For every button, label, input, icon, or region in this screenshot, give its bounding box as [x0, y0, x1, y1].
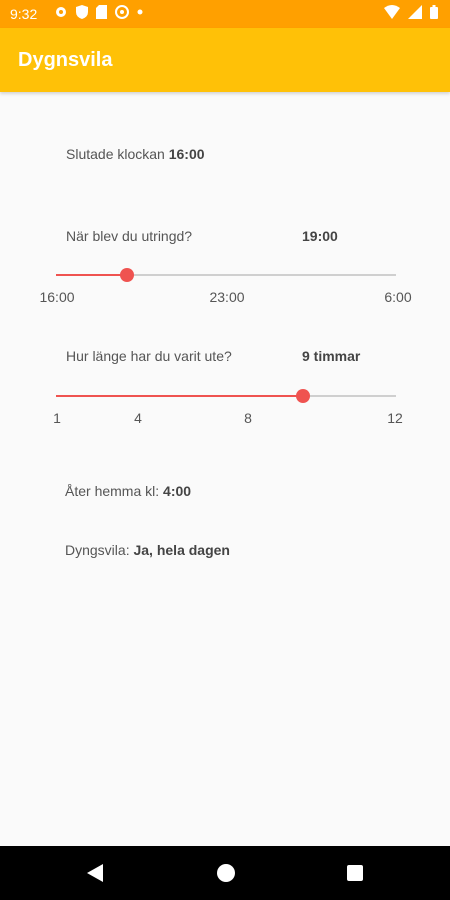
main-content: Slutade klockan 16:00 När blev du utring…: [0, 92, 450, 846]
status-time: 9:32: [10, 6, 38, 22]
dot-icon: [137, 9, 143, 15]
ended-label: Slutade klockan: [66, 146, 165, 162]
called-out-question: När blev du utringd?: [66, 228, 193, 244]
duration-tick-1: 1: [53, 410, 61, 426]
back-icon[interactable]: [86, 863, 104, 883]
back-home-label: Åter hemma kl:: [65, 483, 160, 499]
called-out-mid-label: 23:00: [209, 289, 245, 305]
rest-label: Dyngsvila:: [65, 542, 130, 558]
wifi-icon: [384, 5, 400, 19]
rest-row: Dyngsvila: Ja, hela dagen: [65, 542, 230, 558]
back-home-row: Åter hemma kl: 4:00: [65, 483, 191, 499]
called-out-max-label: 6:00: [384, 289, 412, 305]
duration-tick-8: 8: [244, 410, 252, 426]
called-out-min-label: 16:00: [39, 289, 75, 305]
gear-icon: [56, 7, 66, 17]
status-bar: 9:32: [0, 0, 450, 28]
duration-slider[interactable]: [56, 386, 396, 406]
app-bar: Dygnsvila: [0, 28, 450, 92]
status-icons-right: [384, 5, 438, 19]
shield-icon: [76, 5, 88, 19]
slider-thumb[interactable]: [120, 268, 135, 282]
duration-question: Hur länge har du varit ute?: [66, 348, 232, 364]
app-icon: [115, 5, 129, 19]
sim-card-icon: [96, 5, 107, 19]
called-out-value: 19:00: [302, 228, 338, 244]
home-icon[interactable]: [216, 863, 236, 883]
duration-tick-4: 4: [134, 410, 142, 426]
navigation-bar: [0, 846, 450, 900]
duration-tick-12: 12: [387, 410, 403, 426]
slider-fill: [56, 274, 128, 276]
slider-thumb[interactable]: [296, 389, 311, 403]
recents-icon[interactable]: [346, 863, 364, 883]
called-out-slider[interactable]: [56, 265, 396, 285]
battery-icon: [430, 5, 438, 19]
duration-value: 9 timmar: [302, 348, 361, 364]
rest-value: Ja, hela dagen: [133, 542, 230, 558]
back-home-value: 4:00: [163, 483, 192, 499]
ended-row: Slutade klockan 16:00: [66, 146, 205, 162]
slider-fill: [56, 395, 304, 397]
ended-value: 16:00: [168, 146, 205, 162]
app-title: Dygnsvila: [18, 49, 113, 71]
signal-icon: [408, 5, 422, 19]
status-icons-left: [54, 5, 143, 19]
